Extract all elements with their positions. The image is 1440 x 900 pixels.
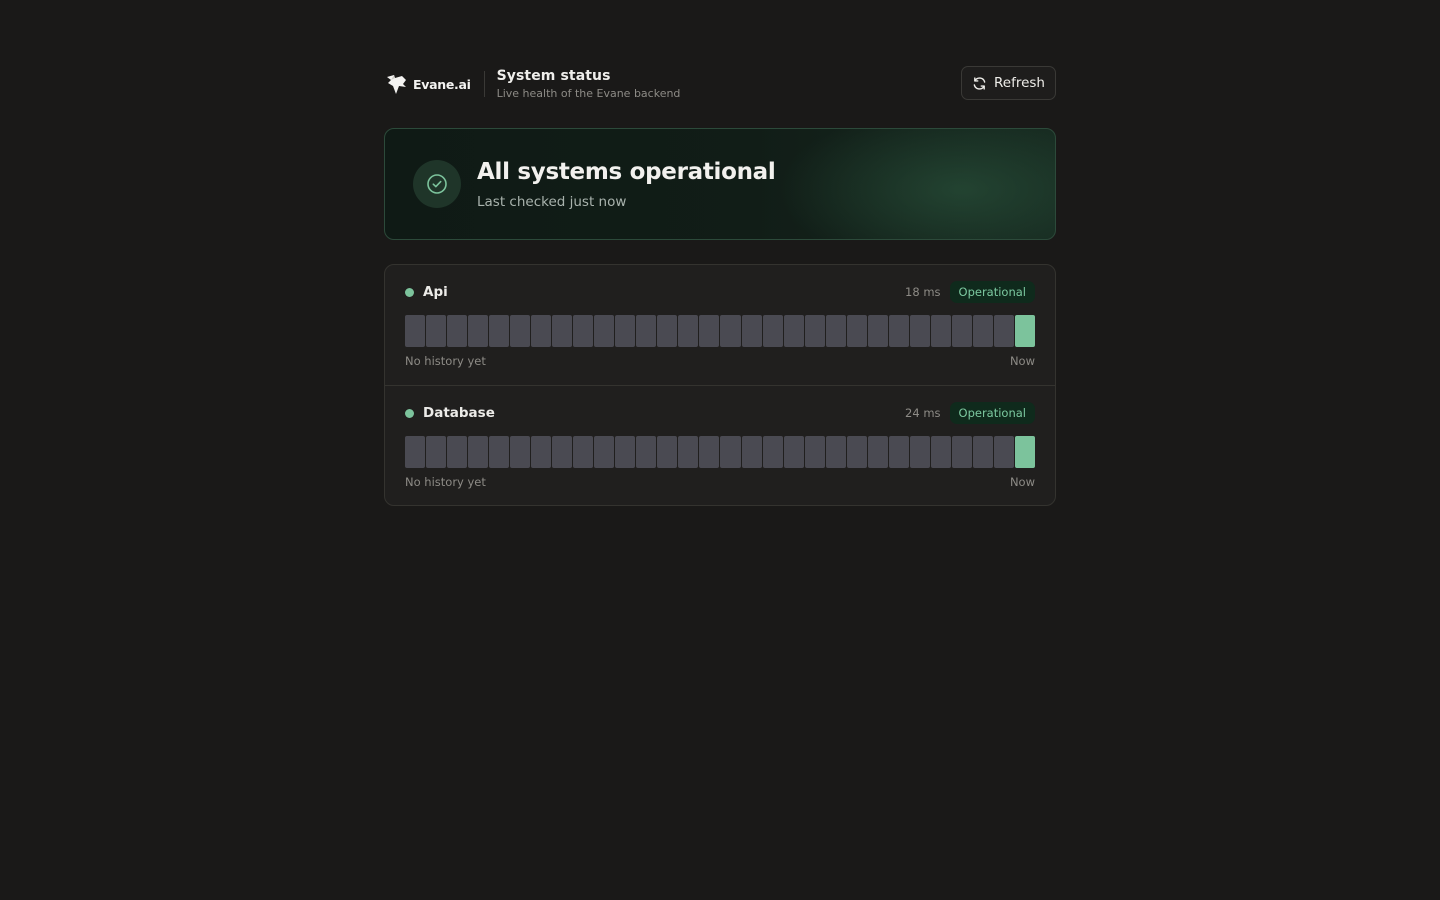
history-bar[interactable] — [489, 315, 510, 347]
history-bar[interactable] — [678, 315, 699, 347]
history-bar[interactable] — [510, 436, 531, 468]
history-bar[interactable] — [762, 436, 783, 468]
refresh-label: Refresh — [994, 75, 1045, 91]
history-bar[interactable] — [783, 315, 804, 347]
history-bar[interactable] — [531, 436, 552, 468]
history-bar[interactable] — [825, 436, 846, 468]
refresh-button[interactable]: Refresh — [961, 66, 1056, 100]
history-bar[interactable] — [468, 436, 489, 468]
status-page: Evane.ai System status Live health of th… — [384, 64, 1056, 506]
history-bar[interactable] — [405, 315, 426, 347]
brand-logo[interactable]: Evane.ai — [384, 72, 471, 96]
service-name: Database — [423, 405, 495, 421]
history-bar[interactable] — [636, 436, 657, 468]
service-latency: 18 ms — [905, 285, 941, 299]
history-bar[interactable] — [804, 436, 825, 468]
status-dot — [405, 287, 414, 297]
service-header: Database 24 ms Operational — [405, 402, 1035, 424]
history-bar[interactable] — [573, 315, 594, 347]
history-bar[interactable] — [762, 315, 783, 347]
page-header: Evane.ai System status Live health of th… — [384, 64, 1056, 104]
history-bar[interactable] — [405, 436, 426, 468]
last-checked-text: Last checked just now — [477, 194, 627, 210]
check-circle-icon — [413, 160, 461, 208]
history-end-label: Now — [1009, 354, 1035, 368]
history-bar[interactable] — [867, 315, 888, 347]
history-bar[interactable] — [468, 315, 489, 347]
service-name: Api — [423, 284, 448, 300]
history-bar[interactable] — [930, 436, 951, 468]
history-bar[interactable] — [825, 315, 846, 347]
history-bar[interactable] — [951, 315, 972, 347]
history-bar[interactable] — [972, 436, 993, 468]
history-bar[interactable] — [846, 315, 867, 347]
service-row-api: Api 18 ms Operational No history yet Now — [385, 265, 1055, 385]
history-start-label: No history yet — [405, 475, 486, 489]
history-bar[interactable] — [426, 436, 447, 468]
history-bar[interactable] — [699, 436, 720, 468]
page-title: System status — [496, 67, 611, 84]
history-bar[interactable] — [909, 436, 930, 468]
service-meta: 24 ms Operational — [905, 402, 1035, 424]
history-bar[interactable] — [447, 436, 468, 468]
history-bar[interactable] — [489, 436, 510, 468]
uptime-history-bars — [405, 436, 1035, 468]
history-bar[interactable] — [531, 315, 552, 347]
evane-bird-icon — [385, 72, 409, 96]
refresh-icon — [972, 76, 987, 91]
history-bar[interactable] — [447, 315, 468, 347]
history-bar[interactable] — [888, 315, 909, 347]
history-bar[interactable] — [636, 315, 657, 347]
status-badge: Operational — [949, 281, 1035, 303]
history-bar[interactable] — [951, 436, 972, 468]
history-bar[interactable] — [573, 436, 594, 468]
history-bar[interactable] — [552, 436, 573, 468]
history-bar[interactable] — [552, 315, 573, 347]
history-bar[interactable] — [615, 436, 636, 468]
history-bar[interactable] — [1014, 436, 1035, 468]
history-bar[interactable] — [930, 315, 951, 347]
services-list: Api 18 ms Operational No history yet Now… — [384, 264, 1056, 506]
history-bar[interactable] — [867, 436, 888, 468]
history-bar[interactable] — [783, 436, 804, 468]
history-bar[interactable] — [846, 436, 867, 468]
header-titles: System status Live health of the Evane b… — [497, 68, 681, 100]
history-bar[interactable] — [741, 315, 762, 347]
history-bar[interactable] — [993, 315, 1014, 347]
overall-status-title: All systems operational — [477, 159, 776, 185]
brand-name: Evane.ai — [413, 76, 471, 92]
history-bar[interactable] — [657, 315, 678, 347]
history-bar[interactable] — [699, 315, 720, 347]
history-bar[interactable] — [993, 436, 1014, 468]
history-bar[interactable] — [678, 436, 699, 468]
status-badge: Operational — [949, 402, 1035, 424]
history-bar[interactable] — [594, 436, 615, 468]
history-bar[interactable] — [972, 315, 993, 347]
status-dot — [405, 408, 414, 418]
history-footer: No history yet Now — [405, 475, 1035, 489]
service-latency: 24 ms — [905, 406, 941, 420]
history-bar[interactable] — [720, 315, 741, 347]
uptime-history-bars — [405, 315, 1035, 347]
service-meta: 18 ms Operational — [905, 281, 1035, 303]
history-bar[interactable] — [426, 315, 447, 347]
service-header: Api 18 ms Operational — [405, 281, 1035, 303]
overall-status-banner: All systems operational Last checked jus… — [384, 128, 1056, 240]
history-footer: No history yet Now — [405, 354, 1035, 368]
history-end-label: Now — [1009, 475, 1035, 489]
history-bar[interactable] — [1014, 315, 1035, 347]
history-bar[interactable] — [741, 436, 762, 468]
page-subtitle: Live health of the Evane backend — [496, 86, 681, 100]
history-bar[interactable] — [888, 436, 909, 468]
history-start-label: No history yet — [405, 354, 486, 368]
header-divider — [483, 71, 485, 97]
history-bar[interactable] — [615, 315, 636, 347]
history-bar[interactable] — [657, 436, 678, 468]
history-bar[interactable] — [804, 315, 825, 347]
history-bar[interactable] — [909, 315, 930, 347]
history-bar[interactable] — [510, 315, 531, 347]
history-bar[interactable] — [720, 436, 741, 468]
service-row-database: Database 24 ms Operational No history ye… — [385, 385, 1055, 505]
history-bar[interactable] — [594, 315, 615, 347]
